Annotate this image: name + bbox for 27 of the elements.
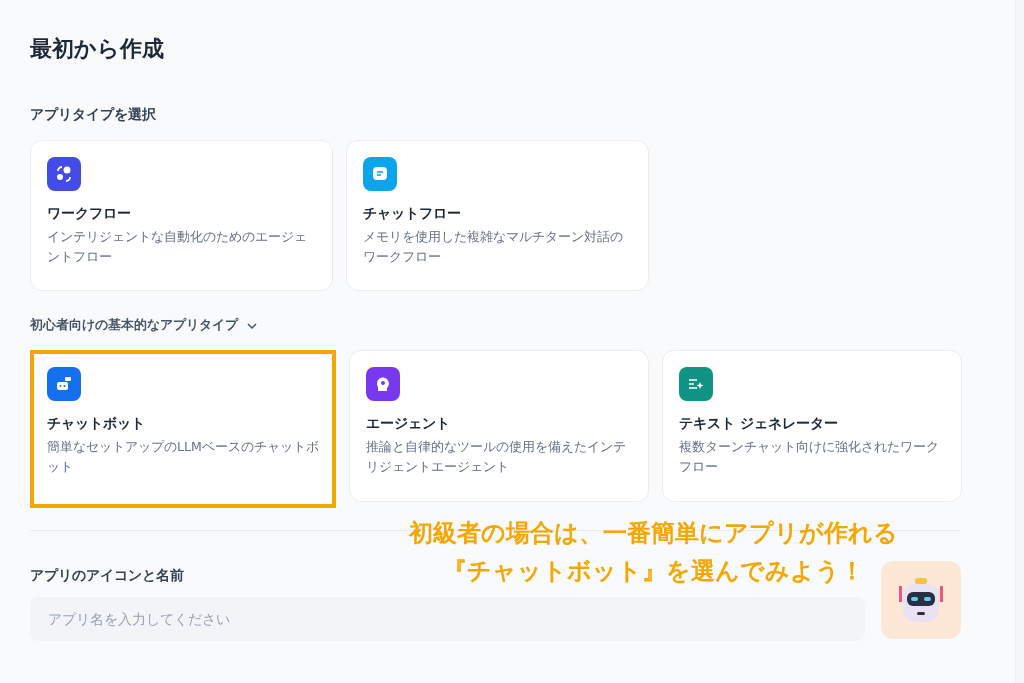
- nodes-icon: [55, 165, 73, 183]
- app-type-description: インテリジェントな自動化のためのエージェントフロー: [47, 228, 308, 266]
- page-title: 最初から作成: [30, 35, 165, 63]
- app-type-name: チャットフロー: [363, 205, 462, 223]
- app-icon-button[interactable]: [881, 561, 961, 639]
- app-type-description: 複数ターンチャット向けに強化されたワークフロー: [679, 438, 940, 476]
- section-label: アプリタイプを選択: [30, 106, 157, 124]
- app-type-name: エージェント: [366, 415, 451, 433]
- app-type-card[interactable]: チャットフロー メモリを使用した複雑なマルチターン対話のワークフロー: [346, 140, 649, 291]
- app-type-description: 推論と自律的なツールの使用を備えたインテリジェントエージェント: [366, 438, 627, 476]
- app-type-card[interactable]: テキスト ジェネレーター 複数ターンチャット向けに強化されたワークフロー: [662, 350, 962, 502]
- app-type-description: メモリを使用した複雑なマルチターン対話のワークフロー: [363, 228, 624, 266]
- app-type-name: チャットボット: [47, 415, 146, 433]
- app-type-card[interactable]: エージェント 推論と自律的なツールの使用を備えたインテリジェントエージェント: [349, 350, 649, 502]
- field-label: アプリのアイコンと名前: [30, 567, 184, 585]
- basic-types-toggle[interactable]: 初心者向けの基本的なアプリタイプ: [30, 317, 1015, 334]
- app-name-input[interactable]: アプリ名を入力してください: [30, 597, 865, 641]
- annotation-text: 初級者の場合は、一番簡単にアプリが作れる: [408, 518, 898, 549]
- app-type-card[interactable]: チャットボット 簡単なセットアップのLLMベースのチャットボット: [30, 350, 336, 508]
- annotation-text: 『チャットボット』を選んでみよう！: [442, 556, 864, 587]
- app-type-card[interactable]: ワークフロー インテリジェントな自動化のためのエージェントフロー: [30, 140, 333, 291]
- app-type-name: テキスト ジェネレーター: [679, 415, 839, 433]
- bot-icon: [55, 375, 73, 393]
- chat-bubble-icon: [371, 165, 389, 183]
- head-gear-icon: [374, 375, 392, 393]
- app-type-name: ワークフロー: [47, 205, 132, 223]
- app-type-description: 簡単なセットアップのLLMベースのチャットボット: [47, 438, 319, 476]
